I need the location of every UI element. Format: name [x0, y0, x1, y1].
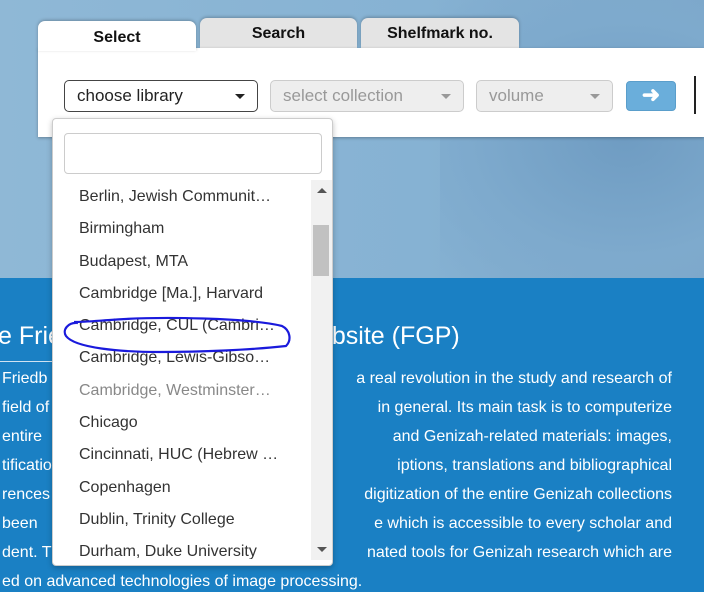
library-option[interactable]: Dublin, Trinity College — [53, 504, 311, 536]
body-text-left: been — [2, 515, 38, 532]
body-text-left: ed on advanced technologies of image pro… — [2, 573, 363, 590]
heading-underline — [0, 361, 60, 362]
library-option[interactable]: Cambridge, Westminster… — [53, 375, 311, 407]
library-select-value: choose library — [77, 86, 183, 105]
body-text-right: and Genizah-related materials: images, — [392, 428, 672, 445]
body-text-right: digitization of the entire Genizah colle… — [364, 486, 672, 503]
scroll-down-icon[interactable] — [317, 547, 327, 552]
library-select[interactable]: choose library — [64, 80, 258, 112]
body-text-left: tificatio — [2, 457, 52, 474]
library-option[interactable]: Cincinnati, HUC (Hebrew … — [53, 439, 311, 471]
library-option[interactable]: Budapest, MTA — [53, 246, 311, 278]
body-text-left: Friedb — [2, 370, 48, 387]
library-dropdown: Berlin, Jewish Communit… Birmingham Budape… — [52, 118, 333, 566]
divider — [694, 76, 696, 114]
heading-right: ebsite (FGP) — [318, 322, 460, 350]
volume-select-value: volume — [489, 86, 544, 105]
scroll-up-icon[interactable] — [317, 188, 327, 193]
library-options-list: Berlin, Jewish Communit… Birmingham Budape… — [53, 181, 311, 559]
tab-search[interactable]: Search — [200, 18, 357, 48]
body-text-right: nated tools for Genizah research which a… — [366, 544, 672, 561]
go-button[interactable]: ➜ — [626, 81, 676, 111]
body-text-left: field of — [2, 399, 50, 416]
body-text-left: entire — [2, 428, 43, 445]
caret-down-icon — [441, 94, 451, 99]
body-text-right: a real revolution in the study and resea… — [356, 370, 672, 387]
tab-shelfmark[interactable]: Shelfmark no. — [361, 18, 519, 48]
library-option[interactable]: Cambridge [Ma.], Harvard — [53, 278, 311, 310]
body-text-right: e which is accessible to every scholar a… — [374, 515, 672, 532]
body-text-right: in general. Its main task is to computer… — [377, 399, 672, 416]
caret-down-icon — [235, 94, 245, 99]
dropdown-search-input[interactable] — [64, 133, 322, 174]
tab-select[interactable]: Select — [38, 21, 196, 51]
scrollbar-thumb[interactable] — [313, 225, 329, 276]
volume-select[interactable]: volume — [476, 80, 613, 112]
body-text-left: rences — [2, 486, 51, 503]
library-option[interactable]: Cambridge, Lewis-Gibso… — [53, 342, 311, 374]
library-option[interactable]: Copenhagen — [53, 472, 311, 504]
library-option[interactable]: Durham, Duke University — [53, 536, 311, 559]
collection-select-value: select collection — [283, 86, 404, 105]
caret-down-icon — [590, 94, 600, 99]
library-option[interactable]: Berlin, Jewish Communit… — [53, 181, 311, 213]
scrollbar[interactable] — [311, 180, 332, 560]
collection-select[interactable]: select collection — [270, 80, 464, 112]
library-option[interactable]: Cambridge, CUL (Cambri… — [53, 310, 311, 342]
arrow-right-icon: ➜ — [641, 82, 661, 107]
library-option[interactable]: Birmingham — [53, 213, 311, 245]
body-text-right: iptions, translations and bibliographica… — [397, 457, 672, 474]
library-option[interactable]: Chicago — [53, 407, 311, 439]
